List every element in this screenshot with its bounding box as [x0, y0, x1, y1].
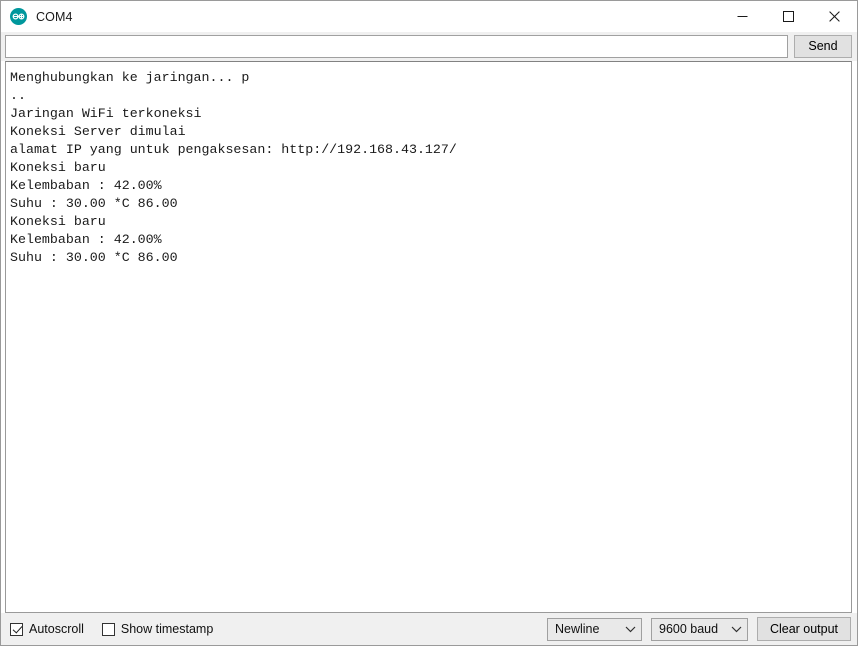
- baud-rate-select[interactable]: 9600 baud: [651, 617, 748, 641]
- serial-output-text: Menghubungkan ke jaringan... p .. Jaring…: [10, 70, 457, 265]
- checkbox-group: Autoscroll Show timestamp: [10, 622, 213, 636]
- serial-monitor-window: COM4 Send Menghubungkan ke jaringan... p…: [0, 0, 858, 646]
- send-row: Send: [1, 32, 857, 61]
- chevron-down-icon: [731, 626, 742, 632]
- close-button[interactable]: [811, 1, 857, 32]
- chevron-down-icon: [625, 626, 636, 632]
- title-bar-left: COM4: [1, 8, 73, 25]
- line-ending-value: Newline: [555, 622, 600, 636]
- baud-rate-value: 9600 baud: [659, 622, 719, 636]
- autoscroll-checkbox-box[interactable]: [10, 622, 23, 636]
- window-controls: [719, 1, 857, 32]
- minimize-icon: [737, 16, 747, 17]
- window-title: COM4: [36, 9, 73, 24]
- autoscroll-label: Autoscroll: [29, 622, 84, 636]
- title-bar: COM4: [1, 1, 857, 32]
- maximize-button[interactable]: [765, 1, 811, 32]
- status-bar: Autoscroll Show timestamp Newline 9600 b…: [1, 613, 857, 645]
- clear-output-button[interactable]: Clear output: [757, 617, 851, 641]
- arduino-logo-icon: [10, 8, 27, 25]
- send-button[interactable]: Send: [794, 35, 852, 58]
- minimize-button[interactable]: [719, 1, 765, 32]
- serial-output-panel[interactable]: Menghubungkan ke jaringan... p .. Jaring…: [5, 61, 852, 613]
- status-bar-controls: Newline 9600 baud Clear output: [547, 617, 851, 641]
- maximize-icon: [782, 11, 794, 22]
- serial-send-input[interactable]: [5, 35, 788, 58]
- show-timestamp-checkbox[interactable]: Show timestamp: [101, 622, 214, 636]
- show-timestamp-checkbox-box[interactable]: [101, 622, 115, 636]
- autoscroll-checkbox[interactable]: Autoscroll: [10, 622, 84, 636]
- show-timestamp-label: Show timestamp: [120, 622, 214, 636]
- line-ending-select[interactable]: Newline: [547, 617, 642, 641]
- close-icon: [828, 11, 840, 22]
